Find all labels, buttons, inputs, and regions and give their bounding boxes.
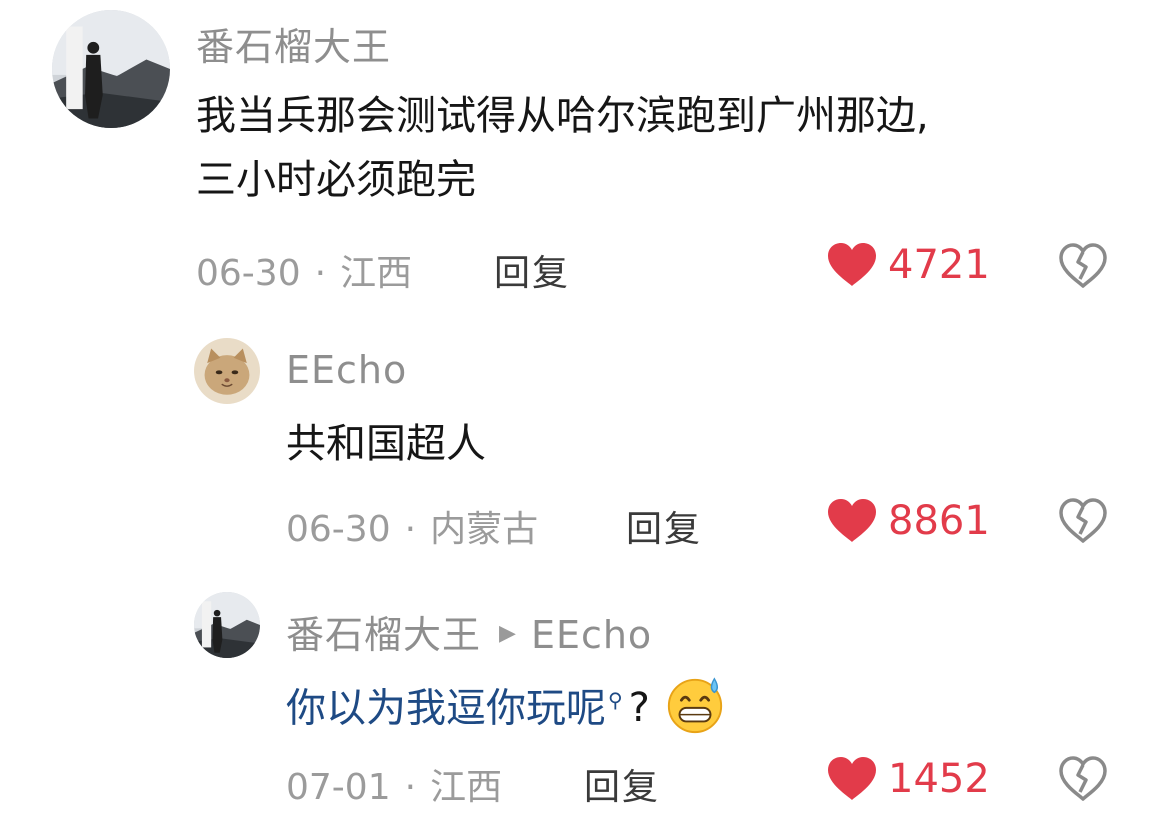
user-avatar[interactable] — [52, 10, 170, 128]
comment-text-line-1: 我当兵那会测试得从哈尔滨跑到广州那边, — [196, 93, 929, 139]
heart-icon — [828, 243, 876, 286]
meta-dot-separator: · — [314, 253, 327, 294]
comment-location: 江西 — [430, 767, 503, 808]
like-count: 4721 — [888, 242, 990, 288]
comment-location: 内蒙古 — [430, 509, 539, 550]
reply-to-username[interactable]: EEcho — [531, 613, 652, 657]
comment-meta: 06-30 · 江西 — [196, 244, 412, 296]
meta-dot-separator: · — [404, 509, 417, 550]
dislike-button[interactable] — [1058, 498, 1108, 544]
user-avatar[interactable] — [194, 338, 260, 404]
like-count: 8861 — [888, 498, 990, 544]
comment-location: 江西 — [340, 253, 413, 294]
person-silhouette-avatar-icon — [194, 592, 260, 658]
username[interactable]: 番石榴大王 — [286, 613, 481, 657]
reply-button[interactable]: 回复 — [626, 500, 702, 552]
like-button[interactable]: 8861 — [826, 498, 990, 544]
username[interactable]: EEcho — [286, 348, 407, 392]
comment-text-line-1: 共和国超人 — [286, 421, 486, 467]
comment-text: 我当兵那会测试得从哈尔滨跑到广州那边, 三小时必须跑完 — [196, 84, 929, 212]
reply-arrow-icon: ▶ — [499, 621, 517, 646]
reply-button[interactable]: 回复 — [494, 244, 570, 296]
like-button[interactable]: 4721 — [826, 242, 990, 288]
comment-date: 07-01 — [286, 767, 391, 808]
comment-text-suffix: ? — [628, 685, 650, 732]
comment-date: 06-30 — [286, 509, 391, 550]
comment-text: 你以为我逗你玩呢 ⚲? — [286, 668, 726, 741]
search-icon[interactable]: ⚲ — [608, 688, 623, 712]
comment-meta: 06-30 · 内蒙古 — [286, 500, 538, 552]
person-silhouette-avatar-icon — [52, 10, 170, 128]
broken-heart-icon — [1059, 243, 1107, 288]
reply-header: 番石榴大王 ▶ EEcho — [286, 604, 652, 659]
grinning-sweat-emoji-icon — [664, 673, 726, 735]
heart-icon — [828, 499, 876, 542]
heart-icon — [828, 757, 876, 800]
dislike-button[interactable] — [1058, 756, 1108, 802]
meta-dot-separator: · — [404, 767, 417, 808]
broken-heart-icon — [1059, 756, 1107, 801]
reply-button[interactable]: 回复 — [584, 758, 660, 810]
username[interactable]: 番石榴大王 — [196, 16, 391, 71]
like-count: 1452 — [888, 756, 990, 802]
comment-text: 共和国超人 — [286, 412, 486, 476]
comment-text-line-2: 三小时必须跑完 — [196, 157, 476, 203]
comment-date: 06-30 — [196, 253, 301, 294]
cat-face-avatar-icon — [194, 338, 260, 404]
comment-meta: 07-01 · 江西 — [286, 758, 502, 810]
dislike-button[interactable] — [1058, 243, 1108, 289]
broken-heart-icon — [1059, 498, 1107, 543]
user-avatar[interactable] — [194, 592, 260, 658]
like-button[interactable]: 1452 — [826, 756, 990, 802]
comment-text-link[interactable]: 你以为我逗你玩呢 — [286, 685, 606, 731]
